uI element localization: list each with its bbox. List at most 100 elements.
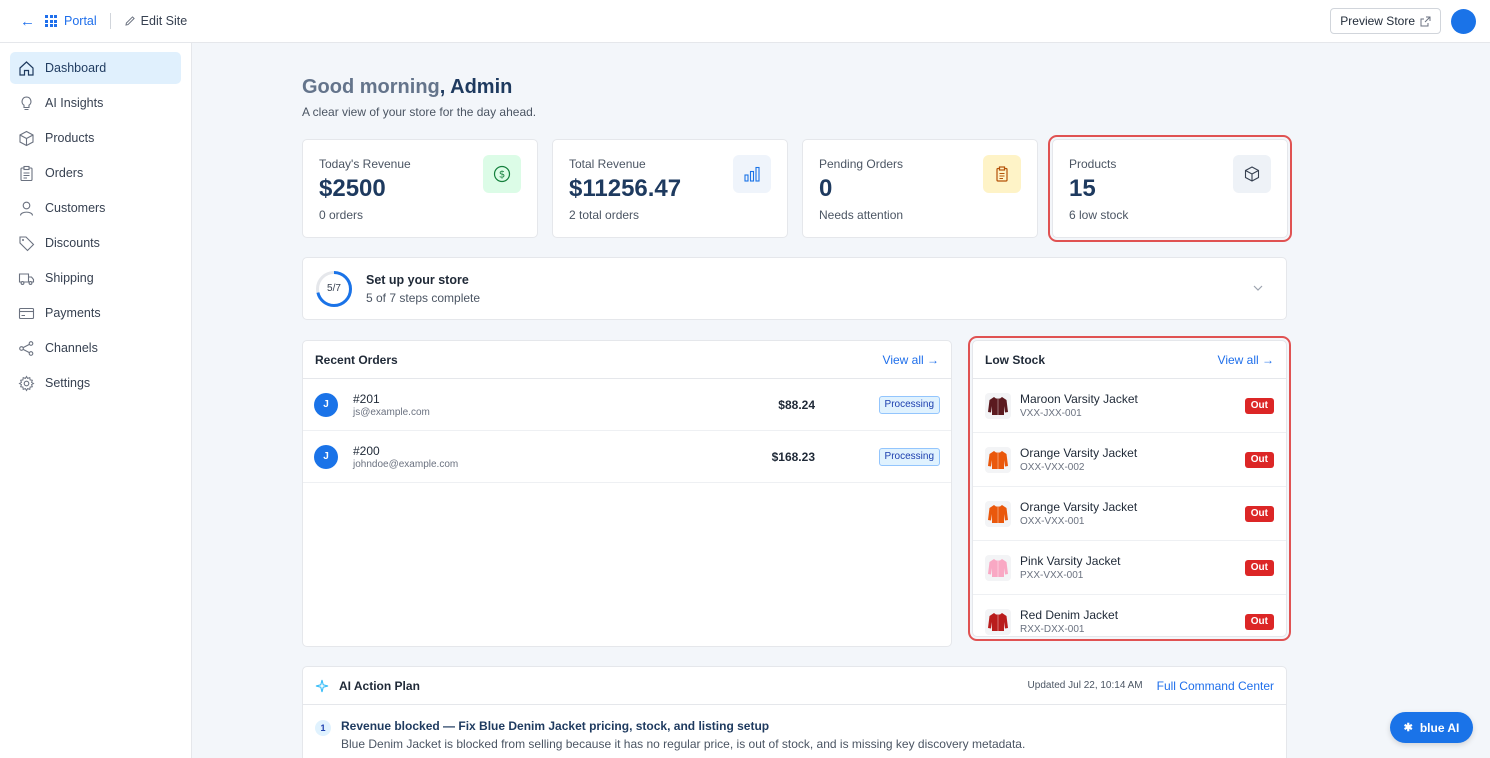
list-item[interactable]: Maroon Varsity Jacket VXX-JXX-001 Out xyxy=(973,379,1286,433)
sidebar-item-dashboard[interactable]: Dashboard xyxy=(10,52,181,84)
stat-note: Needs attention xyxy=(819,208,904,222)
out-of-stock-badge: Out xyxy=(1244,613,1274,630)
sidebar-item-orders[interactable]: Orders xyxy=(10,157,181,189)
box-icon xyxy=(17,129,35,147)
out-of-stock-badge: Out xyxy=(1244,451,1274,468)
status-badge: Processing xyxy=(878,395,940,414)
gear-icon xyxy=(17,374,35,392)
stat-card-pending-orders[interactable]: Pending Orders 0 Needs attention xyxy=(802,139,1038,238)
asterisk-icon: ✱ xyxy=(1403,722,1413,734)
list-item[interactable]: Red Denim Jacket RXX-DXX-001 Out xyxy=(973,595,1286,636)
recent-orders-view-all-link[interactable]: View all → xyxy=(883,353,939,367)
sidebar-item-payments[interactable]: Payments xyxy=(10,297,181,329)
sidebar-item-shipping[interactable]: Shipping xyxy=(10,262,181,294)
low-stock-title: Low Stock xyxy=(985,352,1046,367)
edit-site-button[interactable]: Edit Site xyxy=(124,14,187,28)
back-arrow-icon[interactable]: ← xyxy=(20,13,35,30)
ai-action-item[interactable]: 1 Revenue blocked — Fix Blue Denim Jacke… xyxy=(303,705,1286,751)
jacket-thumbnail-icon xyxy=(985,500,1011,527)
order-id: #201 xyxy=(353,391,380,406)
out-of-stock-badge: Out xyxy=(1244,505,1274,522)
list-item[interactable]: Orange Varsity Jacket OXX-VXX-002 Out xyxy=(973,433,1286,487)
product-sku: OXX-VXX-002 xyxy=(1020,462,1085,473)
sidebar-item-ai-insights[interactable]: AI Insights xyxy=(10,87,181,119)
product-sku: PXX-VXX-001 xyxy=(1020,570,1084,581)
table-row[interactable]: J #201 js@example.com $88.24 Processing xyxy=(303,379,951,431)
user-avatar[interactable] xyxy=(1451,8,1476,34)
product-name: Red Denim Jacket xyxy=(1020,608,1119,622)
blue-ai-label: blue AI xyxy=(1419,720,1460,735)
jacket-thumbnail-icon xyxy=(985,446,1011,473)
jacket-thumbnail-icon xyxy=(985,554,1011,581)
user-icon xyxy=(17,199,35,217)
lightbulb-icon xyxy=(17,94,35,112)
truck-icon xyxy=(17,269,35,287)
sidebar-item-label: Payments xyxy=(45,306,101,320)
ai-updated-timestamp: Updated Jul 22, 10:14 AM xyxy=(1027,680,1143,691)
sidebar-item-products[interactable]: Products xyxy=(10,122,181,154)
low-stock-list: Maroon Varsity Jacket VXX-JXX-001 Out Or… xyxy=(973,379,1286,636)
page-title: Good morning, Admin xyxy=(302,76,1287,99)
dollar-icon: $ xyxy=(483,155,521,193)
share-icon xyxy=(17,339,35,357)
stat-note: 2 total orders xyxy=(569,208,640,222)
status-badge: Processing xyxy=(878,447,940,466)
stat-card-total-revenue[interactable]: Total Revenue $11256.47 2 total orders xyxy=(552,139,788,238)
preview-store-label: Preview Store xyxy=(1340,14,1415,28)
product-name: Pink Varsity Jacket xyxy=(1020,554,1121,568)
ai-action-plan-header: AI Action Plan Updated Jul 22, 10:14 AM … xyxy=(303,667,1286,705)
ai-action-number: 1 xyxy=(315,720,331,736)
sidebar-item-label: Products xyxy=(45,131,95,145)
product-sku: RXX-DXX-001 xyxy=(1020,624,1085,635)
grid-icon xyxy=(45,15,57,27)
jacket-thumbnail-icon xyxy=(985,392,1011,419)
bar-chart-icon xyxy=(733,155,771,193)
jacket-thumbnail-icon xyxy=(985,608,1011,635)
full-command-center-link[interactable]: Full Command Center xyxy=(1157,679,1274,693)
divider xyxy=(109,13,111,29)
sidebar-item-label: Customers xyxy=(45,201,106,215)
ai-action-plan-card: AI Action Plan Updated Jul 22, 10:14 AM … xyxy=(302,666,1287,758)
blue-ai-assistant-button[interactable]: ✱ blue AI xyxy=(1390,712,1473,743)
out-of-stock-badge: Out xyxy=(1244,397,1274,414)
sidebar-item-channels[interactable]: Channels xyxy=(10,332,181,364)
home-icon xyxy=(17,59,35,77)
stat-card-todays-revenue[interactable]: Today's Revenue $2500 0 orders $ xyxy=(302,139,538,238)
table-row[interactable]: J #200 johndoe@example.com $168.23 Proce… xyxy=(303,431,951,483)
sidebar: Dashboard AI Insights Products Orders Cu… xyxy=(0,43,192,758)
setup-title: Set up your store xyxy=(366,272,469,287)
sidebar-item-label: Dashboard xyxy=(45,61,107,75)
sidebar-item-settings[interactable]: Settings xyxy=(10,367,181,399)
sidebar-item-customers[interactable]: Customers xyxy=(10,192,181,224)
preview-store-button[interactable]: Preview Store xyxy=(1330,8,1441,34)
sidebar-item-label: Discounts xyxy=(45,236,100,250)
sidebar-item-discounts[interactable]: Discounts xyxy=(10,227,181,259)
setup-progress-ring: 5/7 xyxy=(315,270,353,308)
box-icon xyxy=(1233,155,1271,193)
setup-progress-label: 5/7 xyxy=(327,283,341,294)
tag-icon xyxy=(17,234,35,252)
recent-orders-card: Recent Orders View all → J #201 js@examp… xyxy=(302,340,952,647)
portal-link[interactable]: Portal xyxy=(64,14,97,28)
low-stock-view-all-link[interactable]: View all → xyxy=(1218,353,1274,367)
ai-action-plan-title: AI Action Plan xyxy=(339,678,420,693)
setup-store-card[interactable]: 5/7 Set up your store 5 of 7 steps compl… xyxy=(302,257,1287,320)
list-item[interactable]: Pink Varsity Jacket PXX-VXX-001 Out xyxy=(973,541,1286,595)
order-email: js@example.com xyxy=(353,406,430,418)
product-name: Orange Varsity Jacket xyxy=(1020,446,1138,460)
greeting-prefix: Good morning xyxy=(302,76,440,98)
sidebar-item-label: Orders xyxy=(45,166,84,180)
sidebar-item-label: Settings xyxy=(45,376,91,390)
greeting-name: , Admin xyxy=(439,76,513,98)
clipboard-icon xyxy=(983,155,1021,193)
list-item[interactable]: Orange Varsity Jacket OXX-VXX-001 Out xyxy=(973,487,1286,541)
chevron-down-icon[interactable] xyxy=(1252,282,1264,294)
stat-note: 6 low stock xyxy=(1069,208,1129,222)
sparkle-icon xyxy=(315,679,329,692)
external-link-icon xyxy=(1420,16,1431,26)
avatar: J xyxy=(314,444,338,469)
stat-card-products[interactable]: Products 15 6 low stock xyxy=(1048,135,1292,242)
setup-subtitle: 5 of 7 steps complete xyxy=(366,290,481,305)
top-bar: ← Portal Edit Site Preview Store xyxy=(0,0,1490,43)
credit-card-icon xyxy=(17,304,35,322)
